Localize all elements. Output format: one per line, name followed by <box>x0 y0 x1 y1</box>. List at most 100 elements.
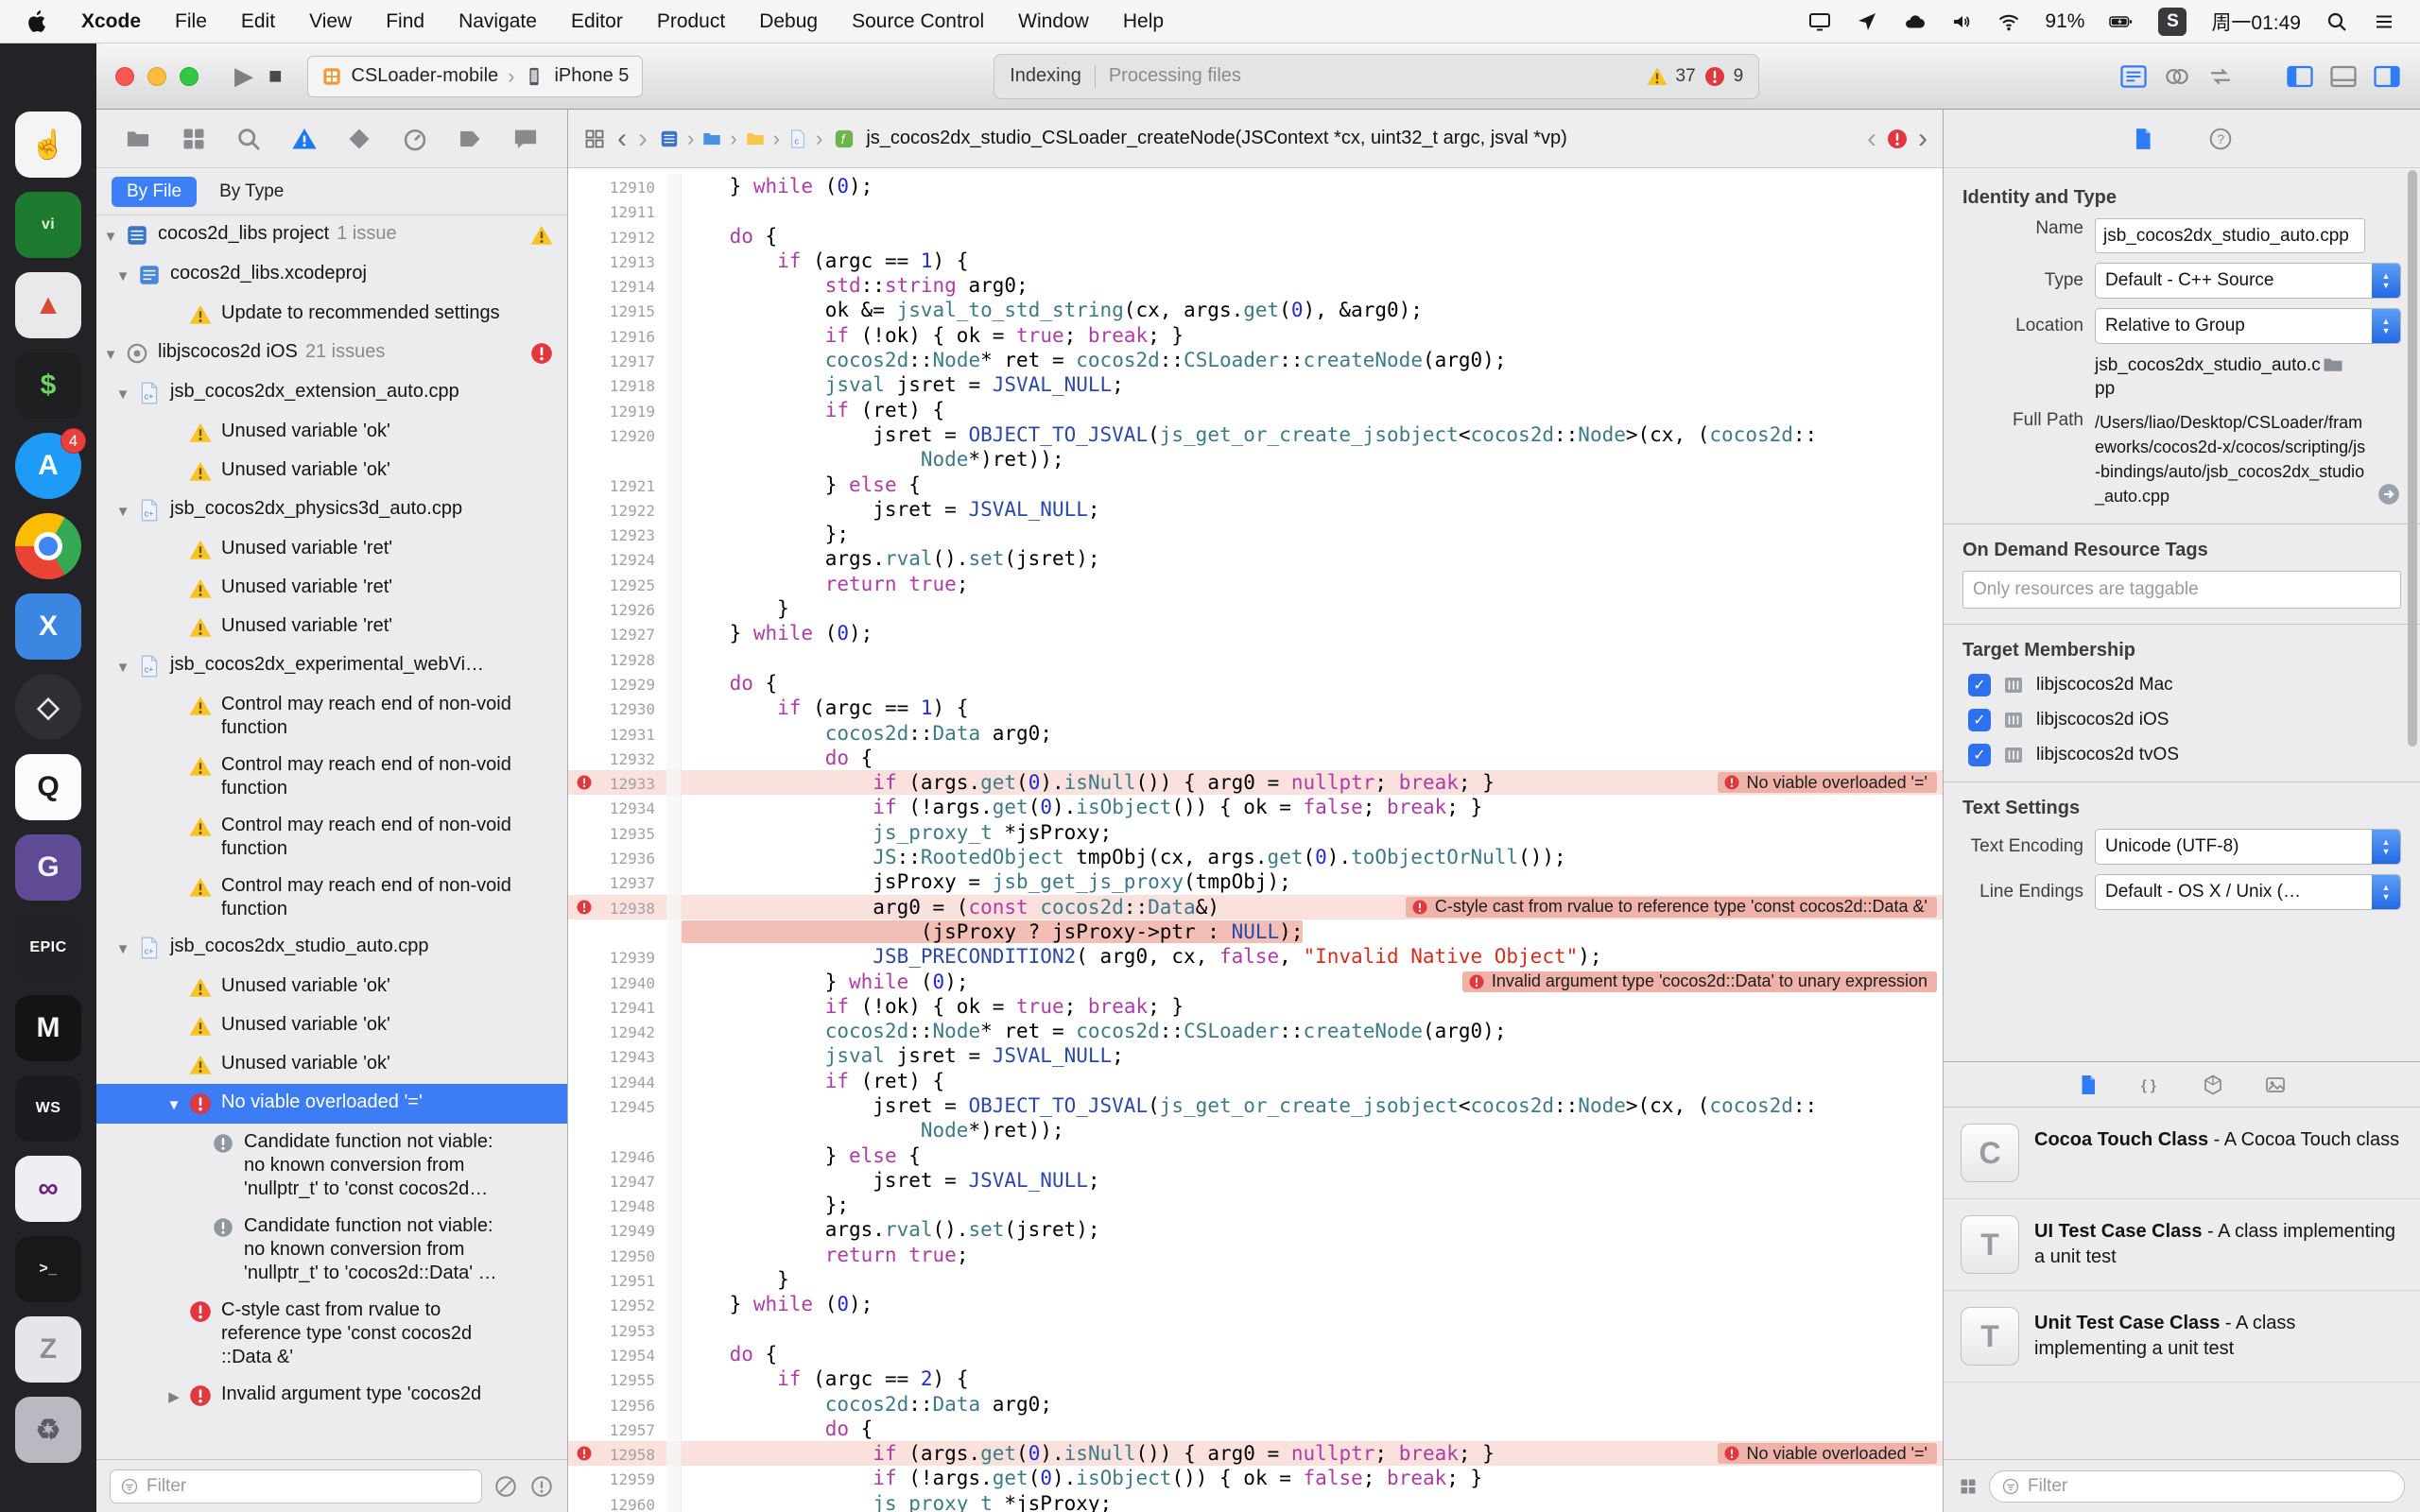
code-line[interactable]: 12956 cocos2d::Data arg0; <box>568 1391 1943 1417</box>
code-line[interactable]: 12959 if (!args.get(0).isObject()) { ok … <box>568 1466 1943 1491</box>
template-item[interactable]: C Cocoa Touch Class - A Cocoa Touch class <box>1944 1108 2420 1199</box>
previous-issue-button[interactable]: ‹ <box>1867 124 1876 153</box>
code-line[interactable]: 12923 }; <box>568 522 1943 547</box>
line-number-gutter[interactable]: 12926 <box>568 596 666 621</box>
target-checkbox-checked[interactable]: ✓ <box>1968 709 1991 731</box>
line-number-gutter[interactable]: 12931 <box>568 721 666 746</box>
app-store-icon[interactable]: A4 <box>15 428 86 499</box>
quick-help-tab[interactable]: ? <box>2208 127 2233 151</box>
code-text[interactable]: args.rval().set(jsret); <box>682 1217 1943 1242</box>
code-line[interactable]: 12951 } <box>568 1267 1943 1293</box>
go-forward-button[interactable]: › <box>638 124 648 153</box>
code-line[interactable]: Node*)ret)); <box>568 1118 1943 1143</box>
cloud-icon[interactable] <box>1903 10 1926 33</box>
text-encoding-select[interactable]: Unicode (UTF-8) ▲ ▼ <box>2095 829 2401 865</box>
warning-count-icon[interactable] <box>1646 65 1668 88</box>
line-number-gutter[interactable]: 12955 <box>568 1366 666 1391</box>
code-line[interactable]: 12943 jsval jsret = JSVAL_NULL; <box>568 1043 1943 1069</box>
app-visual-studio-icon[interactable]: ∞ <box>15 1156 81 1222</box>
code-text[interactable]: do { <box>682 1417 1943 1441</box>
inline-error-banner[interactable]: C-style cast from rvalue to reference ty… <box>1405 896 1937 918</box>
line-number-gutter[interactable]: 12941 <box>568 994 666 1019</box>
disclosure-open-icon[interactable]: ▼ <box>109 653 137 679</box>
reveal-path-button[interactable] <box>2377 482 2401 507</box>
disclosure-open-icon[interactable]: ▼ <box>109 497 137 524</box>
disclosure-open-icon[interactable]: ▼ <box>109 935 137 961</box>
toggle-debug-area-button[interactable] <box>2329 62 2358 91</box>
line-number-gutter[interactable]: 12920 <box>568 422 666 447</box>
app-webstorm-icon[interactable]: WS <box>15 1075 81 1142</box>
objects-tab[interactable] <box>2202 1074 2224 1096</box>
display-icon[interactable] <box>1808 10 1831 33</box>
line-number-gutter[interactable]: 12937 <box>568 869 666 894</box>
inline-error-banner[interactable]: Invalid argument type 'cocos2d::Data' to… <box>1461 971 1937 992</box>
code-text[interactable]: if (ret) { <box>682 398 1943 422</box>
code-line[interactable]: 12926 } <box>568 596 1943 622</box>
template-item[interactable]: T UI Test Case Class - A class implementi… <box>1944 1199 2420 1291</box>
show-errors-only-button[interactable] <box>493 1474 518 1499</box>
code-line[interactable]: 12918 jsval jsret = JSVAL_NULL; <box>568 372 1943 398</box>
notification-icon[interactable] <box>2373 10 2395 33</box>
disclosure-open-icon[interactable]: ▼ <box>109 262 137 288</box>
issue-item[interactable]: Unused variable 'ret' <box>96 530 567 569</box>
nav-item[interactable]: ▼ c+ jsb_cocos2dx_experimental_webVi… <box>96 646 567 686</box>
line-number-gutter[interactable]: 12944 <box>568 1069 666 1093</box>
standard-editor-button[interactable] <box>2119 62 2148 91</box>
code-line[interactable]: 12917 cocos2d::Node* ret = cocos2d::CSLo… <box>568 348 1943 373</box>
menu-clock[interactable]: 周一01:49 <box>2211 8 2301 36</box>
code-line[interactable]: 12928 <box>568 645 1943 671</box>
code-line[interactable]: 12958 if (args.get(0).isNull()) { arg0 =… <box>568 1441 1943 1467</box>
line-number-gutter[interactable]: 12910 <box>568 174 666 198</box>
version-editor-button[interactable] <box>2206 62 2235 91</box>
menu-window[interactable]: Window <box>1018 10 1089 33</box>
library-filter-input[interactable]: Filter <box>1989 1469 2405 1503</box>
line-number-gutter[interactable]: 12922 <box>568 497 666 522</box>
line-number-gutter[interactable]: 12913 <box>568 249 666 273</box>
scope-by-file[interactable]: By File <box>112 176 198 207</box>
code-line[interactable]: 12938 arg0 = (const cocos2d::Data&) C-sty… <box>568 894 1943 919</box>
code-text[interactable]: jsret = JSVAL_NULL; <box>682 1168 1943 1193</box>
code-text[interactable]: } else { <box>682 1143 1943 1168</box>
code-text[interactable]: cocos2d::Data arg0; <box>682 1392 1943 1417</box>
menu-source-control[interactable]: Source Control <box>852 10 984 33</box>
issue-item[interactable]: Control may reach end of non-void functi… <box>96 686 567 747</box>
issue-item[interactable]: Candidate function not viable: no known … <box>96 1208 567 1292</box>
error-count-icon[interactable] <box>1703 65 1726 88</box>
line-number-gutter[interactable]: 12942 <box>568 1019 666 1043</box>
code-line[interactable]: 12942 cocos2d::Node* ret = cocos2d::CSLo… <box>568 1019 1943 1044</box>
toggle-inspector-button[interactable] <box>2373 62 2401 91</box>
code-line[interactable]: 12937 jsProxy = jsb_get_js_proxy(tmpObj)… <box>568 869 1943 895</box>
code-line[interactable]: 12913 if (argc == 1) { <box>568 248 1943 274</box>
app-terminal-icon[interactable]: $ <box>15 352 81 419</box>
code-line[interactable]: 12924 args.rval().set(jsret); <box>568 546 1943 572</box>
issue-badge-icon[interactable] <box>1886 128 1909 150</box>
code-text[interactable]: cocos2d::Node* ret = cocos2d::CSLoader::… <box>682 1019 1943 1043</box>
code-text[interactable]: return true; <box>682 572 1943 596</box>
nav-item[interactable]: ▼ libjscocos2d iOS 21 issues <box>96 334 567 373</box>
line-number-gutter[interactable] <box>568 1118 666 1143</box>
menu-navigate[interactable]: Navigate <box>458 10 537 33</box>
symbol-navigator-tab[interactable] <box>181 126 207 152</box>
trash-icon[interactable]: ♻ <box>15 1397 81 1463</box>
code-text[interactable] <box>682 198 1943 223</box>
code-text[interactable]: }; <box>682 522 1943 546</box>
issue-item[interactable]: Unused variable 'ret' <box>96 608 567 646</box>
app-xcode-icon[interactable]: X <box>15 593 81 660</box>
code-line[interactable]: 12915 ok &= jsval_to_std_string(cx, args… <box>568 298 1943 323</box>
code-text[interactable] <box>682 1317 1943 1342</box>
issue-item[interactable]: Control may reach end of non-void functi… <box>96 747 567 807</box>
code-text[interactable]: (jsProxy ? jsProxy->ptr : NULL); <box>682 919 1943 944</box>
line-number-gutter[interactable]: 12960 <box>568 1491 666 1512</box>
line-number-gutter[interactable]: 12938 <box>568 895 666 919</box>
issue-item[interactable]: Unused variable 'ok' <box>96 968 567 1006</box>
nav-item[interactable]: ▼ cocos2d_libs.xcodeproj <box>96 255 567 295</box>
name-field[interactable]: jsb_cocos2dx_studio_auto.cpp <box>2095 218 2365 253</box>
nav-item[interactable]: ▼ c+ jsb_cocos2dx_physics3d_auto.cpp <box>96 490 567 530</box>
code-line[interactable]: 12945 jsret = OBJECT_TO_JSVAL(js_get_or_… <box>568 1092 1943 1119</box>
type-select[interactable]: Default - C++ Source ▲ ▼ <box>2095 263 2401 299</box>
code-line[interactable]: 12952 } while (0); <box>568 1292 1943 1317</box>
line-number-gutter[interactable]: 12958 <box>568 1441 666 1466</box>
code-line[interactable]: 12929 do { <box>568 670 1943 696</box>
code-text[interactable]: args.rval().set(jsret); <box>682 546 1943 571</box>
line-number-gutter[interactable]: 12943 <box>568 1043 666 1068</box>
